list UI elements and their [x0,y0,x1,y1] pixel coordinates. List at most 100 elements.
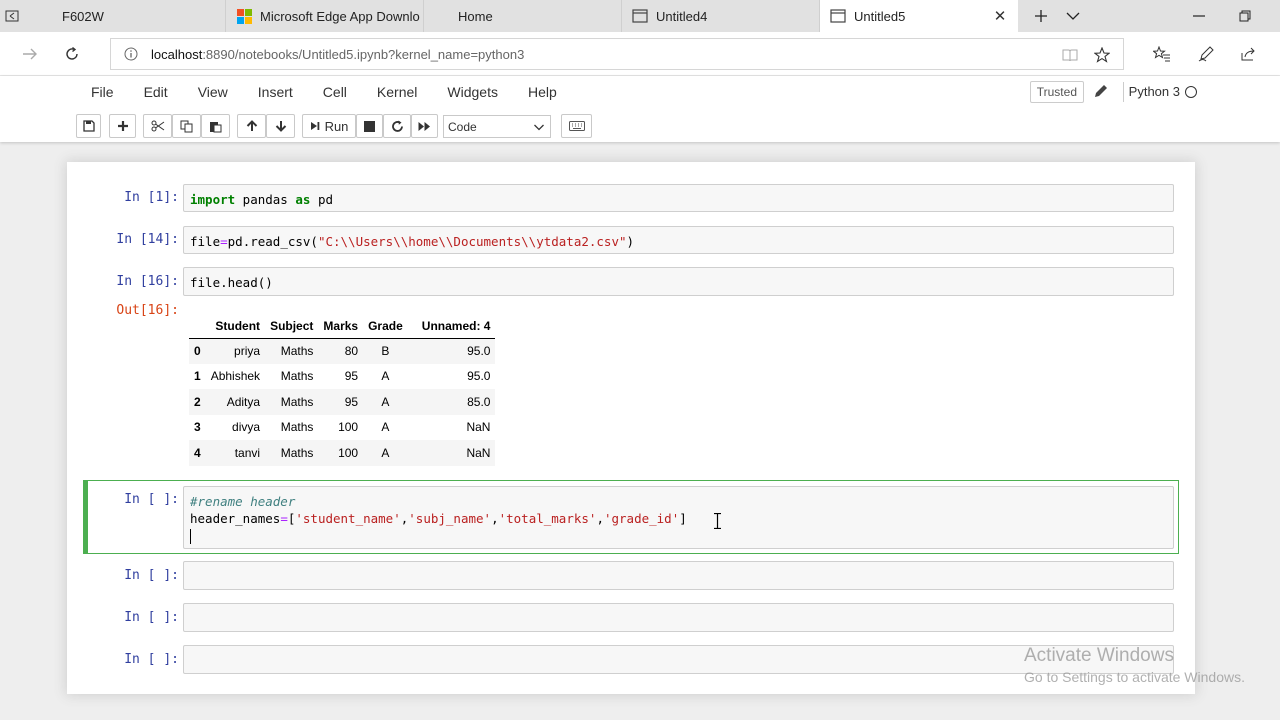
cut-button[interactable] [143,114,172,138]
share-icon[interactable] [1238,44,1258,64]
table-cell: Abhishek [210,369,261,384]
cell-type-value: Code [448,119,477,134]
table-cell: Aditya [226,394,261,409]
output-prompt: Out[16]: [116,303,179,318]
table-cell: NaN [466,445,491,460]
pen-notes-icon[interactable] [1196,44,1216,64]
tab-f602w[interactable]: F602W [28,0,226,32]
code-string: 'grade_id' [603,511,680,526]
blank-icon [434,8,450,24]
table-cell: Maths [280,344,314,358]
code-text: ] [679,511,687,526]
menu-help[interactable]: Help [513,76,572,108]
dataframe-table: Student Subject Marks Grade Unnamed: 4 0… [189,314,496,466]
table-header-row: Student Subject Marks Grade Unnamed: 4 [189,314,496,339]
paste-button[interactable] [201,114,230,138]
tab-preview-icon[interactable] [0,0,24,32]
row-index: 0 [194,344,201,358]
code-string: 'student_name' [295,511,401,526]
code-operator: = [220,234,228,249]
input-prompt: In [ ]: [124,610,179,625]
tab-home[interactable]: Home [424,0,622,32]
move-up-button[interactable] [237,114,266,138]
refresh-icon[interactable] [56,38,88,70]
code-editor[interactable] [183,603,1174,632]
copy-button[interactable] [172,114,201,138]
kernel-idle-indicator-icon [1185,86,1197,98]
tab-untitled5[interactable]: Untitled5 ✕ [820,0,1018,32]
menu-kernel[interactable]: Kernel [362,76,432,108]
input-prompt: In [ ]: [124,568,179,583]
tab-list-chevron-icon[interactable] [1050,0,1096,32]
page-icon [38,8,54,24]
stop-icon [364,120,375,132]
page-icon [830,8,846,24]
run-label: Run [324,118,349,134]
code-cell[interactable]: In [1]: import pandas as pd [83,182,1179,214]
command-palette-button[interactable] [561,114,592,138]
save-button[interactable] [76,114,101,138]
move-down-button[interactable] [266,114,295,138]
code-cell[interactable]: In [ ]: [83,643,1179,675]
trusted-badge[interactable]: Trusted [1029,81,1084,103]
code-text: pandas [235,192,296,207]
forward-arrow-icon[interactable] [14,38,46,70]
menu-insert[interactable]: Insert [243,76,308,108]
cell-type-select[interactable]: Code [443,115,551,138]
code-cell[interactable]: In [ ]: [83,559,1179,591]
menu-view[interactable]: View [183,76,243,108]
url-path: :8890/notebooks/Untitled5.ipynb?kernel_n… [202,46,525,62]
table-row: 4 tanvi Maths 100 A NaN [189,440,496,466]
code-operator: = [280,511,288,526]
notebook-container: In [1]: import pandas as pd In [14]: fil… [67,162,1195,694]
tab-title: Home [458,8,493,24]
url-host: localhost [151,46,203,62]
minimize-icon[interactable] [1176,0,1222,32]
close-tab-icon[interactable]: ✕ [992,8,1008,25]
code-string: "C:\\Users\\home\\Documents\\ytdata2.csv… [317,234,627,249]
run-button[interactable]: Run [302,114,356,138]
menu-widgets[interactable]: Widgets [432,76,513,108]
edit-pencil-icon[interactable] [1094,84,1110,100]
code-cell[interactable]: In [ ]: [83,601,1179,633]
code-string: 'total_marks' [498,511,597,526]
code-text: file [190,234,221,249]
table-cell: Maths [280,394,314,409]
tab-microsoft-edge[interactable]: Microsoft Edge App Downlo [226,0,424,32]
table-cell: Maths [280,445,314,460]
restore-icon[interactable] [1222,0,1268,32]
menu-cell[interactable]: Cell [308,76,362,108]
row-index: 2 [194,394,201,409]
code-editor[interactable]: import pandas as pd [183,184,1174,212]
table-cell: A [381,394,390,409]
jupyter-header: File Edit View Insert Cell Kernel Widget… [0,76,1280,142]
kernel-name[interactable]: Python 3 [1129,84,1180,99]
menu-file[interactable]: File [76,76,129,108]
table-cell: 100 [338,445,359,460]
reading-view-icon[interactable] [1061,46,1079,64]
code-editor[interactable]: file.head() [183,267,1174,296]
favorite-star-icon[interactable] [1093,46,1111,64]
insert-cell-button[interactable] [109,114,136,138]
site-info-icon[interactable] [111,47,151,61]
code-comment: #rename header [190,494,296,509]
input-prompt: In [ ]: [124,492,179,507]
code-cell[interactable]: In [14]: file=pd.read_csv("C:\\Users\\ho… [83,224,1179,256]
interrupt-button[interactable] [356,114,383,138]
favorites-hub-icon[interactable] [1152,44,1172,64]
tab-title: Untitled4 [656,8,708,24]
tab-untitled4[interactable]: Untitled4 [622,0,820,32]
table-cell: tanvi [234,445,261,460]
input-prompt: In [ ]: [124,652,179,667]
restart-button[interactable] [383,114,411,138]
menu-edit[interactable]: Edit [129,76,183,108]
code-editor[interactable]: file=pd.read_csv("C:\\Users\\home\\Docum… [183,226,1174,254]
selected-code-cell[interactable]: In [ ]: #rename header header_names=['st… [83,480,1179,554]
restart-icon [391,120,403,132]
code-editor[interactable] [183,561,1174,590]
url-field[interactable]: localhost:8890/notebooks/Untitled5.ipynb… [110,38,1124,70]
code-string: 'subj_name' [408,511,492,526]
restart-run-all-button[interactable] [411,114,438,138]
code-editor[interactable]: #rename header header_names=['student_na… [183,486,1174,549]
table-cell: 85.0 [467,394,491,409]
